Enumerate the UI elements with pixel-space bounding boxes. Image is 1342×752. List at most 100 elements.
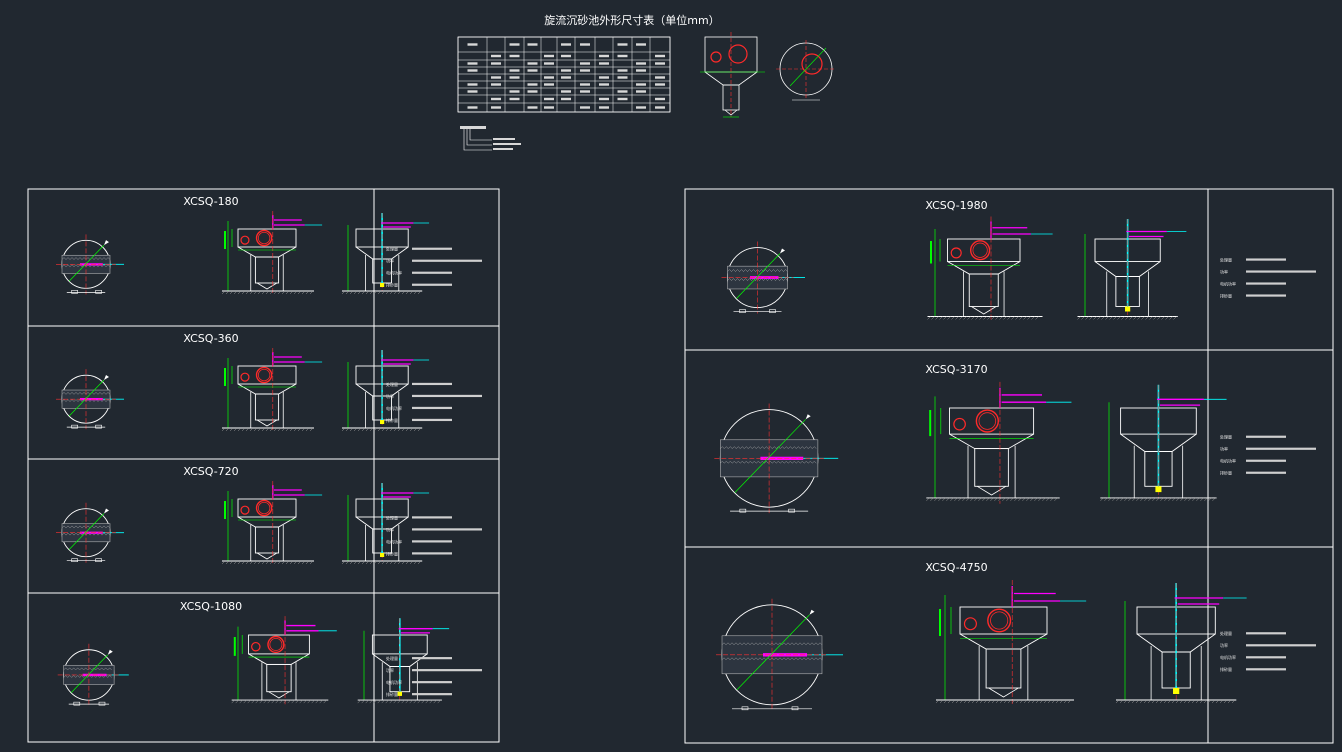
- panel-xcsq-1080: XCSQ-1080 处理量功率电机功率排砂量: [27, 592, 500, 743]
- spec-table-cell-text: [617, 43, 628, 46]
- section-inlet-pipe: [953, 417, 966, 431]
- legend-leader-lines: [463, 129, 492, 151]
- panel-title: XCSQ-4750: [925, 561, 987, 574]
- spec-table-cell-text: [544, 54, 554, 58]
- note-value-mark: [1246, 668, 1286, 671]
- thumb-plan-pipe: [801, 53, 823, 75]
- section-outlet-pipe-inner: [978, 412, 997, 430]
- spec-table-cell-text: [544, 106, 554, 109]
- section-tank-box: [947, 238, 1021, 262]
- section-drive-unit: [1011, 586, 1061, 607]
- section-sump-bottom: [268, 691, 290, 699]
- note-label: 处理量: [386, 246, 398, 252]
- spec-table-cell-text: [467, 106, 478, 109]
- section-sump: [968, 273, 999, 307]
- section-cone: [237, 516, 297, 528]
- header-table-and-thumbnails: [457, 32, 836, 151]
- note-label: 电机功率: [386, 405, 402, 411]
- section-outlet-pipe: [255, 229, 273, 247]
- side-ground-hatch: [341, 290, 422, 295]
- spec-table-cell-text: [509, 69, 520, 72]
- side-sump-valve: [1155, 486, 1162, 493]
- spec-table-cell-text: [527, 106, 538, 109]
- note-label: 处理量: [1220, 434, 1232, 440]
- spec-table-cell-text: [599, 54, 609, 58]
- spec-table-cell-text: [599, 83, 609, 86]
- plan-view-foot: [73, 701, 81, 706]
- spec-table-cell-text: [580, 69, 590, 72]
- section-drive-unit: [284, 620, 319, 635]
- note-value-mark: [412, 693, 452, 696]
- panel-title: XCSQ-1080: [180, 600, 242, 613]
- note-label: 功率: [1220, 446, 1228, 452]
- note-value-mark: [1246, 270, 1316, 273]
- section-ground-hatch: [221, 427, 314, 432]
- note-label: 排砂量: [386, 550, 398, 556]
- spec-table-cell-text: [467, 43, 478, 46]
- plan-view-foot: [98, 701, 106, 706]
- cad-drawing-canvas: 旋流沉砂池外形尺寸表（单位mm） XCSQ-180处理量功率电机功率排砂量 XC…: [27, 13, 1334, 744]
- note-label: 电机功率: [1220, 458, 1236, 464]
- spec-table-cell-text: [467, 62, 478, 65]
- note-value-mark: [412, 382, 452, 386]
- section-sump-bottom: [256, 282, 278, 290]
- panel-title: XCSQ-180: [183, 195, 238, 208]
- spec-table-cell-text: [527, 62, 538, 65]
- legend-text: [493, 143, 521, 145]
- section-sump-bottom: [977, 485, 1007, 496]
- legend-text: [493, 138, 515, 140]
- section-sump: [254, 526, 280, 554]
- side-drive-unit: [381, 222, 414, 228]
- section-dim-text: [939, 609, 941, 636]
- panel-xcsq-720: XCSQ-720 处理量功率电机功率排砂量: [27, 458, 500, 594]
- spec-table-cell-text: [617, 90, 628, 93]
- plan-view-arrow-head: [107, 649, 113, 655]
- note-value-mark: [412, 669, 482, 672]
- note-label: 电机功率: [386, 270, 402, 276]
- section-drive-unit: [272, 352, 305, 366]
- spec-table-cell-text: [580, 43, 590, 46]
- note-label: 排砂量: [1220, 666, 1232, 672]
- spec-table-cell-text: [580, 90, 590, 93]
- spec-table-cell-text: [544, 97, 554, 101]
- side-drive-unit: [381, 359, 414, 365]
- section-sump-bottom: [256, 419, 278, 427]
- side-ground-hatch: [341, 427, 422, 432]
- section-drive-unit: [272, 485, 305, 499]
- note-value-mark: [412, 552, 452, 555]
- spec-table-cell-text: [491, 54, 501, 58]
- note-value-mark: [1246, 632, 1286, 635]
- spec-table-cell-text: [617, 54, 628, 58]
- plan-view-foot: [71, 290, 78, 294]
- spec-table-cell-text: [655, 76, 665, 79]
- plan-view-arrow-head: [104, 508, 109, 514]
- section-sump-bottom: [256, 552, 278, 560]
- section-cone: [949, 433, 1034, 450]
- note-value-mark: [412, 540, 452, 543]
- side-drive-unit: [1156, 398, 1204, 406]
- spec-table-cell-text: [509, 76, 520, 79]
- plan-view-foot: [95, 424, 102, 429]
- spec-table-cell-text: [655, 97, 665, 101]
- note-label: 排砂量: [386, 282, 398, 288]
- plan-view-foot: [95, 558, 102, 563]
- section-dim-text: [224, 231, 226, 249]
- spec-table-cell-text: [561, 76, 571, 79]
- section-tank-box: [949, 407, 1035, 435]
- thumb-inlet-pipe: [710, 51, 722, 63]
- section-sump-bottom: [971, 306, 997, 315]
- thumb-outlet-pipe: [728, 44, 748, 64]
- plan-view-foot: [769, 309, 776, 313]
- note-label: 处理量: [1220, 630, 1232, 636]
- plan-view-foot: [739, 309, 746, 313]
- panel-title: XCSQ-360: [183, 332, 238, 345]
- section-outlet-pipe: [255, 499, 273, 517]
- spec-table-cell-text: [467, 69, 478, 72]
- note-value-mark: [412, 406, 452, 410]
- section-cone: [237, 383, 297, 395]
- spec-table-cell-text: [527, 83, 538, 86]
- note-value-mark: [412, 418, 452, 422]
- plan-view-foot: [71, 558, 78, 563]
- note-label: 功率: [386, 667, 394, 673]
- section-inlet-pipe: [240, 235, 250, 245]
